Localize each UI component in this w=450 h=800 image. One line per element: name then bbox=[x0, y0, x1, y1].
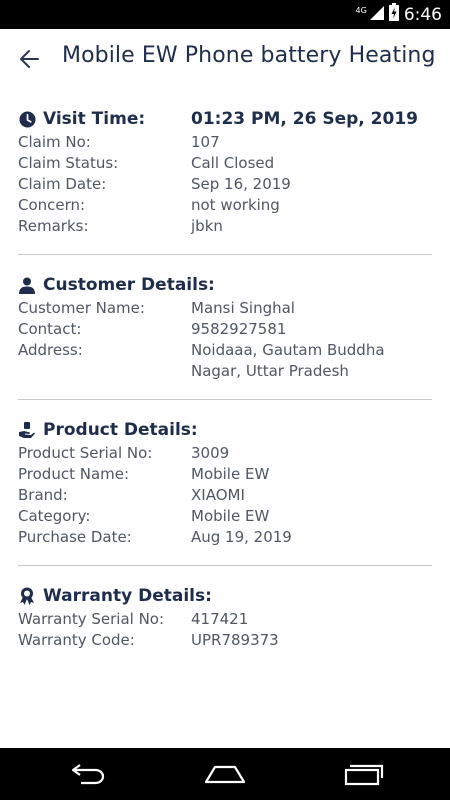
detail-row: Claim Date: Sep 16, 2019 bbox=[18, 174, 432, 195]
detail-row: Claim Status: Call Closed bbox=[18, 153, 432, 174]
visit-section: Visit Time: 01:23 PM, 26 Sep, 2019 Claim… bbox=[0, 89, 450, 254]
detail-row: Warranty Serial No: 417421 bbox=[18, 609, 432, 630]
customer-heading: Customer Details: bbox=[18, 274, 432, 296]
row-value: Mobile EW bbox=[191, 465, 270, 483]
detail-row: Category: Mobile EW bbox=[18, 506, 432, 527]
row-value: 3009 bbox=[191, 444, 230, 462]
row-value: jbkn bbox=[191, 217, 223, 235]
row-label: Remarks: bbox=[18, 217, 89, 235]
person-icon bbox=[18, 276, 36, 294]
row-label: Product Serial No: bbox=[18, 444, 153, 462]
row-value: UPR789373 bbox=[191, 631, 279, 649]
row-value: Aug 19, 2019 bbox=[191, 528, 292, 546]
row-value: Mansi Singhal bbox=[191, 299, 295, 317]
detail-row: Contact: 9582927581 bbox=[18, 319, 432, 340]
warranty-heading-label: Warranty Details: bbox=[43, 586, 212, 606]
visit-time-label: Visit Time: bbox=[43, 109, 146, 129]
row-value[interactable]: 9582927581 bbox=[191, 319, 432, 340]
battery-icon bbox=[388, 3, 399, 26]
nav-back-icon bbox=[71, 764, 105, 785]
clock-time: 6:46 bbox=[403, 4, 442, 25]
nav-back-button[interactable] bbox=[65, 760, 109, 788]
row-label: Claim Status: bbox=[18, 154, 119, 172]
row-label: Purchase Date: bbox=[18, 528, 132, 546]
visit-heading: Visit Time: 01:23 PM, 26 Sep, 2019 bbox=[18, 108, 432, 130]
detail-row: Warranty Code: UPR789373 bbox=[18, 630, 432, 651]
detail-row: Brand: XIAOMI bbox=[18, 485, 432, 506]
product-heading-label: Product Details: bbox=[43, 420, 198, 440]
app-bar: Mobile EW Phone battery Heating bbox=[0, 29, 450, 89]
row-label: Brand: bbox=[18, 486, 68, 504]
row-value: 107 bbox=[191, 133, 220, 151]
detail-row: Product Serial No: 3009 bbox=[18, 443, 432, 464]
warranty-section: Warranty Details: Warranty Serial No: 417… bbox=[0, 566, 450, 668]
system-nav-bar bbox=[0, 748, 450, 800]
product-section: Product Details: Product Serial No: 3009 … bbox=[0, 400, 450, 565]
customer-section: Customer Details: Customer Name: Mansi Si… bbox=[0, 255, 450, 399]
row-label: Product Name: bbox=[18, 465, 130, 483]
visit-time-value: 01:23 PM, 26 Sep, 2019 bbox=[191, 109, 418, 129]
detail-row: Purchase Date: Aug 19, 2019 bbox=[18, 527, 432, 548]
award-ribbon-icon bbox=[18, 587, 36, 605]
detail-row: Product Name: Mobile EW bbox=[18, 464, 432, 485]
signal-icon bbox=[369, 5, 384, 25]
row-label: Contact: bbox=[18, 320, 82, 338]
row-label: Warranty Serial No: bbox=[18, 610, 165, 628]
network-type: 4G bbox=[355, 5, 367, 15]
detail-row: Address: Noidaaa, Gautam Buddha Nagar, Ut… bbox=[18, 340, 432, 382]
clock-icon bbox=[18, 110, 36, 128]
row-label: Warranty Code: bbox=[18, 631, 135, 649]
row-label: Category: bbox=[18, 507, 91, 525]
status-indicators: 4G 6:46 bbox=[356, 3, 442, 26]
row-label: Customer Name: bbox=[18, 299, 145, 317]
row-label: Concern: bbox=[18, 196, 86, 214]
claim-details: Visit Time: 01:23 PM, 26 Sep, 2019 Claim… bbox=[0, 89, 450, 668]
nav-recents-icon bbox=[344, 764, 384, 786]
row-label: Claim Date: bbox=[18, 175, 107, 193]
product-heading: Product Details: bbox=[18, 419, 432, 441]
nav-home-button[interactable] bbox=[203, 760, 247, 788]
customer-heading-label: Customer Details: bbox=[43, 275, 215, 295]
detail-row: Claim No: 107 bbox=[18, 132, 432, 153]
warranty-heading: Warranty Details: bbox=[18, 585, 432, 607]
row-value: not working bbox=[191, 196, 280, 214]
row-value: Call Closed bbox=[191, 154, 275, 172]
row-value: Mobile EW bbox=[191, 507, 270, 525]
arrow-left-icon bbox=[20, 50, 39, 68]
detail-row: Concern: not working bbox=[18, 195, 432, 216]
row-label: Claim No: bbox=[18, 133, 91, 151]
hand-holding-icon bbox=[18, 421, 36, 439]
row-label: Address: bbox=[18, 341, 83, 359]
back-button[interactable] bbox=[16, 45, 44, 73]
page-title: Mobile EW Phone battery Heating bbox=[62, 43, 436, 68]
row-value: Noidaaa, Gautam Buddha Nagar, Uttar Prad… bbox=[191, 341, 385, 380]
row-value: Sep 16, 2019 bbox=[191, 175, 291, 193]
status-bar: 4G 6:46 bbox=[0, 0, 450, 29]
row-value: 417421 bbox=[191, 610, 249, 628]
row-value: XIAOMI bbox=[191, 486, 245, 504]
nav-recents-button[interactable] bbox=[342, 760, 386, 788]
detail-row: Customer Name: Mansi Singhal bbox=[18, 298, 432, 319]
nav-home-icon bbox=[204, 765, 246, 784]
detail-row: Remarks: jbkn bbox=[18, 216, 432, 237]
